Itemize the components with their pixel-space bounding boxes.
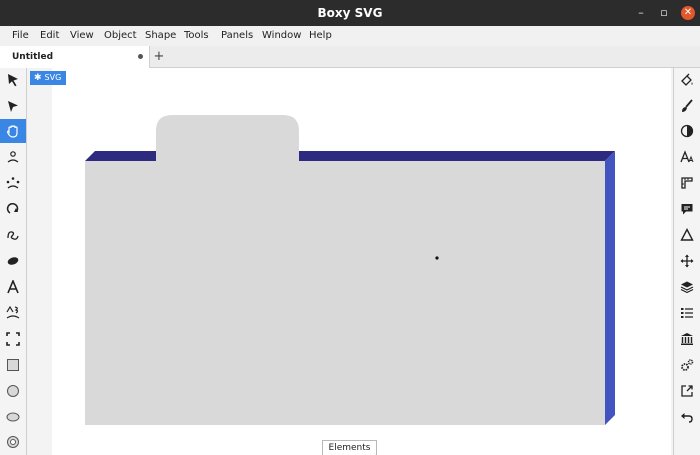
text-tool-icon (7, 280, 19, 294)
pen-tool-button[interactable] (0, 223, 26, 247)
circle-tool-button[interactable] (0, 379, 26, 403)
gear-icon: ✱ (34, 73, 42, 83)
tab-label: Untitled (12, 52, 54, 62)
folder-face[interactable] (85, 115, 605, 425)
triangle-tool-icon (6, 177, 20, 189)
canvas-area[interactable]: ✱ SVG Elements (27, 68, 673, 455)
ring-tool-button[interactable] (0, 430, 26, 454)
pan-tool-button[interactable] (0, 119, 26, 143)
blob-tool-icon (7, 257, 19, 265)
crop-tool-icon (6, 332, 20, 346)
edit-tool-icon (8, 101, 18, 112)
svg-root-badge[interactable]: ✱ SVG (30, 71, 67, 85)
freeform-tool-icon (7, 151, 19, 163)
canvas-page[interactable] (52, 68, 671, 455)
export-panel-button[interactable] (674, 379, 700, 403)
menu-shape[interactable]: Shape (145, 26, 176, 46)
app-window: Boxy SVG – ▫ ✕ File Edit View Object Sha… (0, 0, 700, 455)
export-panel-icon (681, 385, 693, 397)
cursor-dot (435, 256, 439, 260)
warp-tool-button[interactable] (0, 301, 26, 325)
warp-tool-icon (6, 306, 20, 319)
title-bar: Boxy SVG – ▫ ✕ (0, 0, 700, 26)
maximize-button[interactable]: ▫ (657, 6, 671, 20)
menu-panels[interactable]: Panels (221, 26, 253, 46)
menu-view[interactable]: View (70, 26, 94, 46)
svg-root-label: SVG (44, 73, 62, 82)
text-tool-button[interactable] (0, 275, 26, 299)
close-button[interactable]: ✕ (681, 6, 695, 20)
crop-tool-button[interactable] (0, 327, 26, 351)
list-panel-icon (681, 308, 693, 318)
undo-panel-button[interactable] (674, 405, 700, 429)
tab-untitled[interactable]: Untitled (0, 46, 150, 68)
ruler-panel-button[interactable] (674, 171, 700, 195)
menu-object[interactable]: Object (104, 26, 137, 46)
typography-panel-icon (680, 150, 694, 163)
menu-bar: File Edit View Object Shape Tools Panels… (0, 26, 700, 46)
ring-tool-icon (7, 436, 19, 448)
unsaved-indicator[interactable] (138, 54, 143, 59)
undo-panel-icon (681, 413, 693, 423)
folder-side-edge[interactable] (605, 151, 615, 425)
menu-tools[interactable]: Tools (184, 26, 209, 46)
gears-panel-icon (681, 359, 694, 371)
comment-panel-button[interactable] (674, 197, 700, 221)
compositing-panel-button[interactable] (674, 119, 700, 143)
arc-tool-button[interactable] (0, 197, 26, 221)
folder-artwork[interactable] (52, 68, 671, 455)
pen-tool-icon (7, 231, 19, 240)
comment-panel-icon (681, 204, 693, 215)
tab-bar: Untitled + (0, 46, 700, 68)
layers-panel-button[interactable] (674, 275, 700, 299)
edit-tool-button[interactable] (0, 94, 26, 118)
ellipse-tool-icon (6, 412, 20, 422)
menu-file[interactable]: File (12, 26, 29, 46)
geometry-panel-icon (680, 228, 694, 241)
select-tool-icon (8, 74, 18, 87)
rectangle-tool-button[interactable] (0, 353, 26, 377)
library-panel-button[interactable] (674, 327, 700, 351)
list-panel-button[interactable] (674, 301, 700, 325)
pan-tool-icon (6, 125, 18, 138)
fill-panel-icon (681, 73, 693, 86)
stroke-panel-button[interactable] (674, 94, 700, 118)
typography-panel-button[interactable] (674, 145, 700, 169)
compositing-panel-icon (680, 124, 694, 138)
ruler-panel-icon (681, 177, 693, 189)
gears-panel-button[interactable] (674, 353, 700, 377)
arc-tool-icon (6, 202, 19, 214)
minimize-button[interactable]: – (634, 6, 648, 20)
triangle-tool-button[interactable] (0, 171, 26, 195)
window-title: Boxy SVG (317, 6, 383, 20)
blob-tool-button[interactable] (0, 249, 26, 273)
ellipse-tool-button[interactable] (0, 405, 26, 429)
stroke-panel-icon (682, 99, 693, 112)
circle-tool-icon (7, 385, 19, 397)
elements-panel-tab[interactable]: Elements (322, 440, 377, 455)
menu-window[interactable]: Window (262, 26, 301, 46)
layers-panel-icon (680, 281, 694, 294)
left-toolbar (0, 68, 27, 455)
right-toolbar (673, 68, 700, 455)
transform-panel-button[interactable] (674, 249, 700, 273)
transform-panel-icon (680, 254, 694, 268)
menu-edit[interactable]: Edit (40, 26, 59, 46)
library-panel-icon (681, 333, 693, 345)
rectangle-tool-icon (7, 359, 19, 371)
freeform-tool-button[interactable] (0, 145, 26, 169)
geometry-panel-button[interactable] (674, 223, 700, 247)
add-tab-button[interactable]: + (152, 46, 166, 68)
fill-panel-button[interactable] (674, 68, 700, 92)
select-tool-button[interactable] (0, 68, 26, 92)
menu-help[interactable]: Help (309, 26, 332, 46)
